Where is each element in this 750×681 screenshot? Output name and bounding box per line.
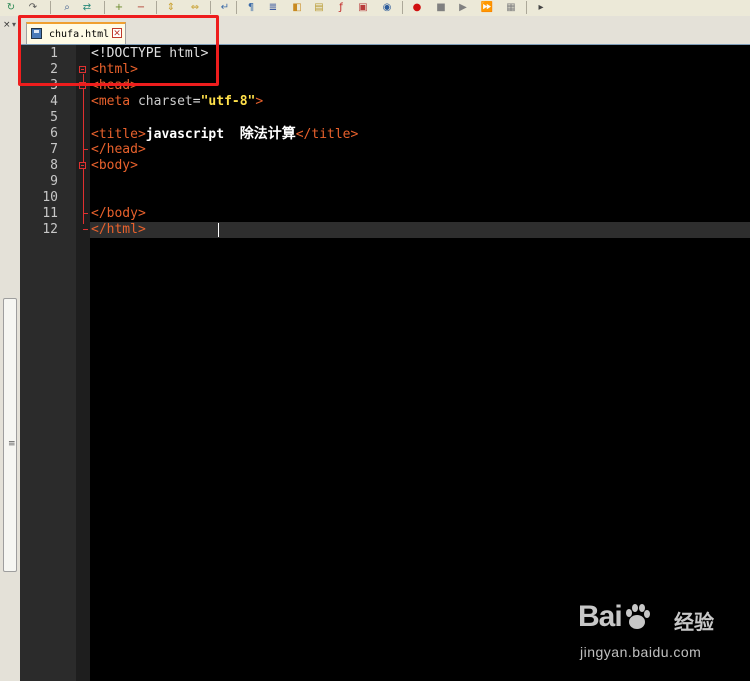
redo-icon[interactable]: ↻ bbox=[4, 1, 18, 14]
chevron-down-icon[interactable]: ▾ bbox=[12, 20, 16, 29]
udl-icon[interactable]: ◧ bbox=[290, 1, 304, 14]
code-area[interactable]: <!DOCTYPE html> <html> <head> <meta charset… bbox=[90, 45, 750, 681]
toolbar-separator bbox=[104, 1, 105, 14]
code-token: 除法计算 bbox=[239, 126, 296, 142]
indent-guide-icon[interactable]: ≣ bbox=[266, 1, 280, 14]
code-line[interactable]: <title>javascript 除法计算</title> bbox=[91, 126, 358, 142]
wrap-icon[interactable]: ↵ bbox=[218, 1, 232, 14]
toolbar-separator bbox=[156, 1, 157, 14]
line-number: 9 bbox=[50, 174, 58, 189]
stop-macro-icon[interactable]: ■ bbox=[434, 1, 448, 14]
line-number: 12 bbox=[42, 222, 58, 237]
code-line[interactable]: </head> bbox=[91, 142, 146, 158]
fold-toggle-body[interactable] bbox=[79, 162, 86, 169]
line-number: 7 bbox=[50, 142, 58, 157]
run-macro-multiple-icon[interactable]: ⏩ bbox=[480, 1, 494, 14]
code-token: javascript bbox=[145, 127, 240, 142]
code-token: <title> bbox=[91, 127, 146, 142]
code-token: "utf-8" bbox=[200, 94, 256, 109]
tab-label: chufa.html bbox=[49, 29, 110, 40]
line-number-gutter: 1 2 3 4 5 6 7 8 9 10 11 12 bbox=[20, 45, 76, 681]
code-editor[interactable]: 1 2 3 4 5 6 7 8 9 10 11 12 <!DOCTYPE html> <html> <he… bbox=[20, 45, 750, 681]
code-token: <meta bbox=[91, 94, 138, 109]
folder-workspace-icon[interactable]: ▣ bbox=[356, 1, 370, 14]
code-token: > bbox=[255, 94, 264, 109]
vertical-scrollbar-thumb[interactable]: ≡ bbox=[3, 298, 17, 572]
fold-margin[interactable] bbox=[76, 45, 90, 681]
code-line[interactable]: <head> bbox=[91, 78, 138, 94]
sync-v-icon[interactable]: ⇕ bbox=[164, 1, 178, 14]
line-number: 10 bbox=[42, 190, 58, 205]
line-number: 1 bbox=[50, 46, 58, 61]
fold-end-html bbox=[83, 229, 88, 230]
doc-map-icon[interactable]: ▤ bbox=[312, 1, 326, 14]
zoom-in-icon[interactable]: + bbox=[112, 1, 126, 14]
line-number: 8 bbox=[50, 158, 58, 173]
monitor-icon[interactable]: ◉ bbox=[380, 1, 394, 14]
find-icon[interactable]: ⌕ bbox=[60, 1, 74, 14]
code-token: </title> bbox=[295, 127, 359, 142]
fold-end-head bbox=[83, 149, 88, 150]
play-macro-icon[interactable]: ▶ bbox=[456, 1, 470, 14]
line-number: 5 bbox=[50, 110, 58, 125]
fold-end-body bbox=[83, 213, 88, 214]
toolbar: ↻ ↷ ⌕ ⇄ + − ⇕ ⇔ ↵ ¶ ≣ ◧ ▤ ƒ ▣ ◉ ● ■ ▶ ⏩ ▦ ▸ bbox=[0, 0, 750, 17]
replace-icon[interactable]: ⇄ bbox=[80, 1, 94, 14]
text-caret bbox=[218, 223, 219, 237]
code-line[interactable]: </body> bbox=[91, 206, 146, 222]
tab-close-button[interactable]: ✕ bbox=[112, 28, 122, 39]
current-line-highlight bbox=[90, 222, 750, 238]
code-line[interactable]: <html> bbox=[91, 62, 138, 78]
saved-file-icon bbox=[31, 28, 42, 39]
line-number: 4 bbox=[50, 94, 58, 109]
toolbar-separator bbox=[526, 1, 527, 14]
code-line[interactable]: <body> bbox=[91, 158, 138, 174]
zoom-out-icon[interactable]: − bbox=[134, 1, 148, 14]
code-token: </html> bbox=[91, 222, 146, 237]
toolbar-separator bbox=[402, 1, 403, 14]
toolbar-separator bbox=[210, 1, 211, 14]
record-macro-icon[interactable]: ● bbox=[410, 1, 424, 14]
code-line[interactable]: </html> bbox=[91, 222, 146, 238]
redo-alt-icon[interactable]: ↷ bbox=[26, 1, 40, 14]
function-list-icon[interactable]: ƒ bbox=[334, 1, 348, 14]
line-number: 11 bbox=[42, 206, 58, 221]
tab-bar: chufa.html ✕ bbox=[20, 16, 750, 45]
toolbar-separator bbox=[236, 1, 237, 14]
line-number: 3 bbox=[50, 78, 58, 93]
line-number: 6 bbox=[50, 126, 58, 141]
code-token: <html> bbox=[91, 62, 138, 77]
run-icon[interactable]: ▸ bbox=[534, 1, 548, 14]
left-panel-strip: × ▾ ≡ bbox=[0, 16, 21, 681]
code-token: <!DOCTYPE html> bbox=[91, 46, 209, 61]
code-line[interactable]: <meta charset="utf-8"> bbox=[91, 94, 263, 110]
code-token: <head> bbox=[91, 78, 138, 93]
save-macro-icon[interactable]: ▦ bbox=[504, 1, 518, 14]
show-all-chars-icon[interactable]: ¶ bbox=[244, 1, 258, 14]
fold-toggle-html[interactable] bbox=[79, 66, 86, 73]
line-number: 2 bbox=[50, 62, 58, 77]
code-token: <body> bbox=[91, 158, 138, 173]
code-token: </head> bbox=[91, 142, 146, 157]
fold-toggle-head[interactable] bbox=[79, 82, 86, 89]
code-token: charset bbox=[137, 94, 193, 109]
code-token: </body> bbox=[91, 206, 146, 221]
tab-chufa-html[interactable]: chufa.html ✕ bbox=[26, 22, 126, 44]
code-token: = bbox=[192, 94, 201, 109]
sync-h-icon[interactable]: ⇔ bbox=[188, 1, 202, 14]
code-line[interactable]: <!DOCTYPE html> bbox=[91, 46, 208, 62]
scroll-grip-icon: ≡ bbox=[8, 439, 16, 449]
toolbar-separator bbox=[50, 1, 51, 14]
